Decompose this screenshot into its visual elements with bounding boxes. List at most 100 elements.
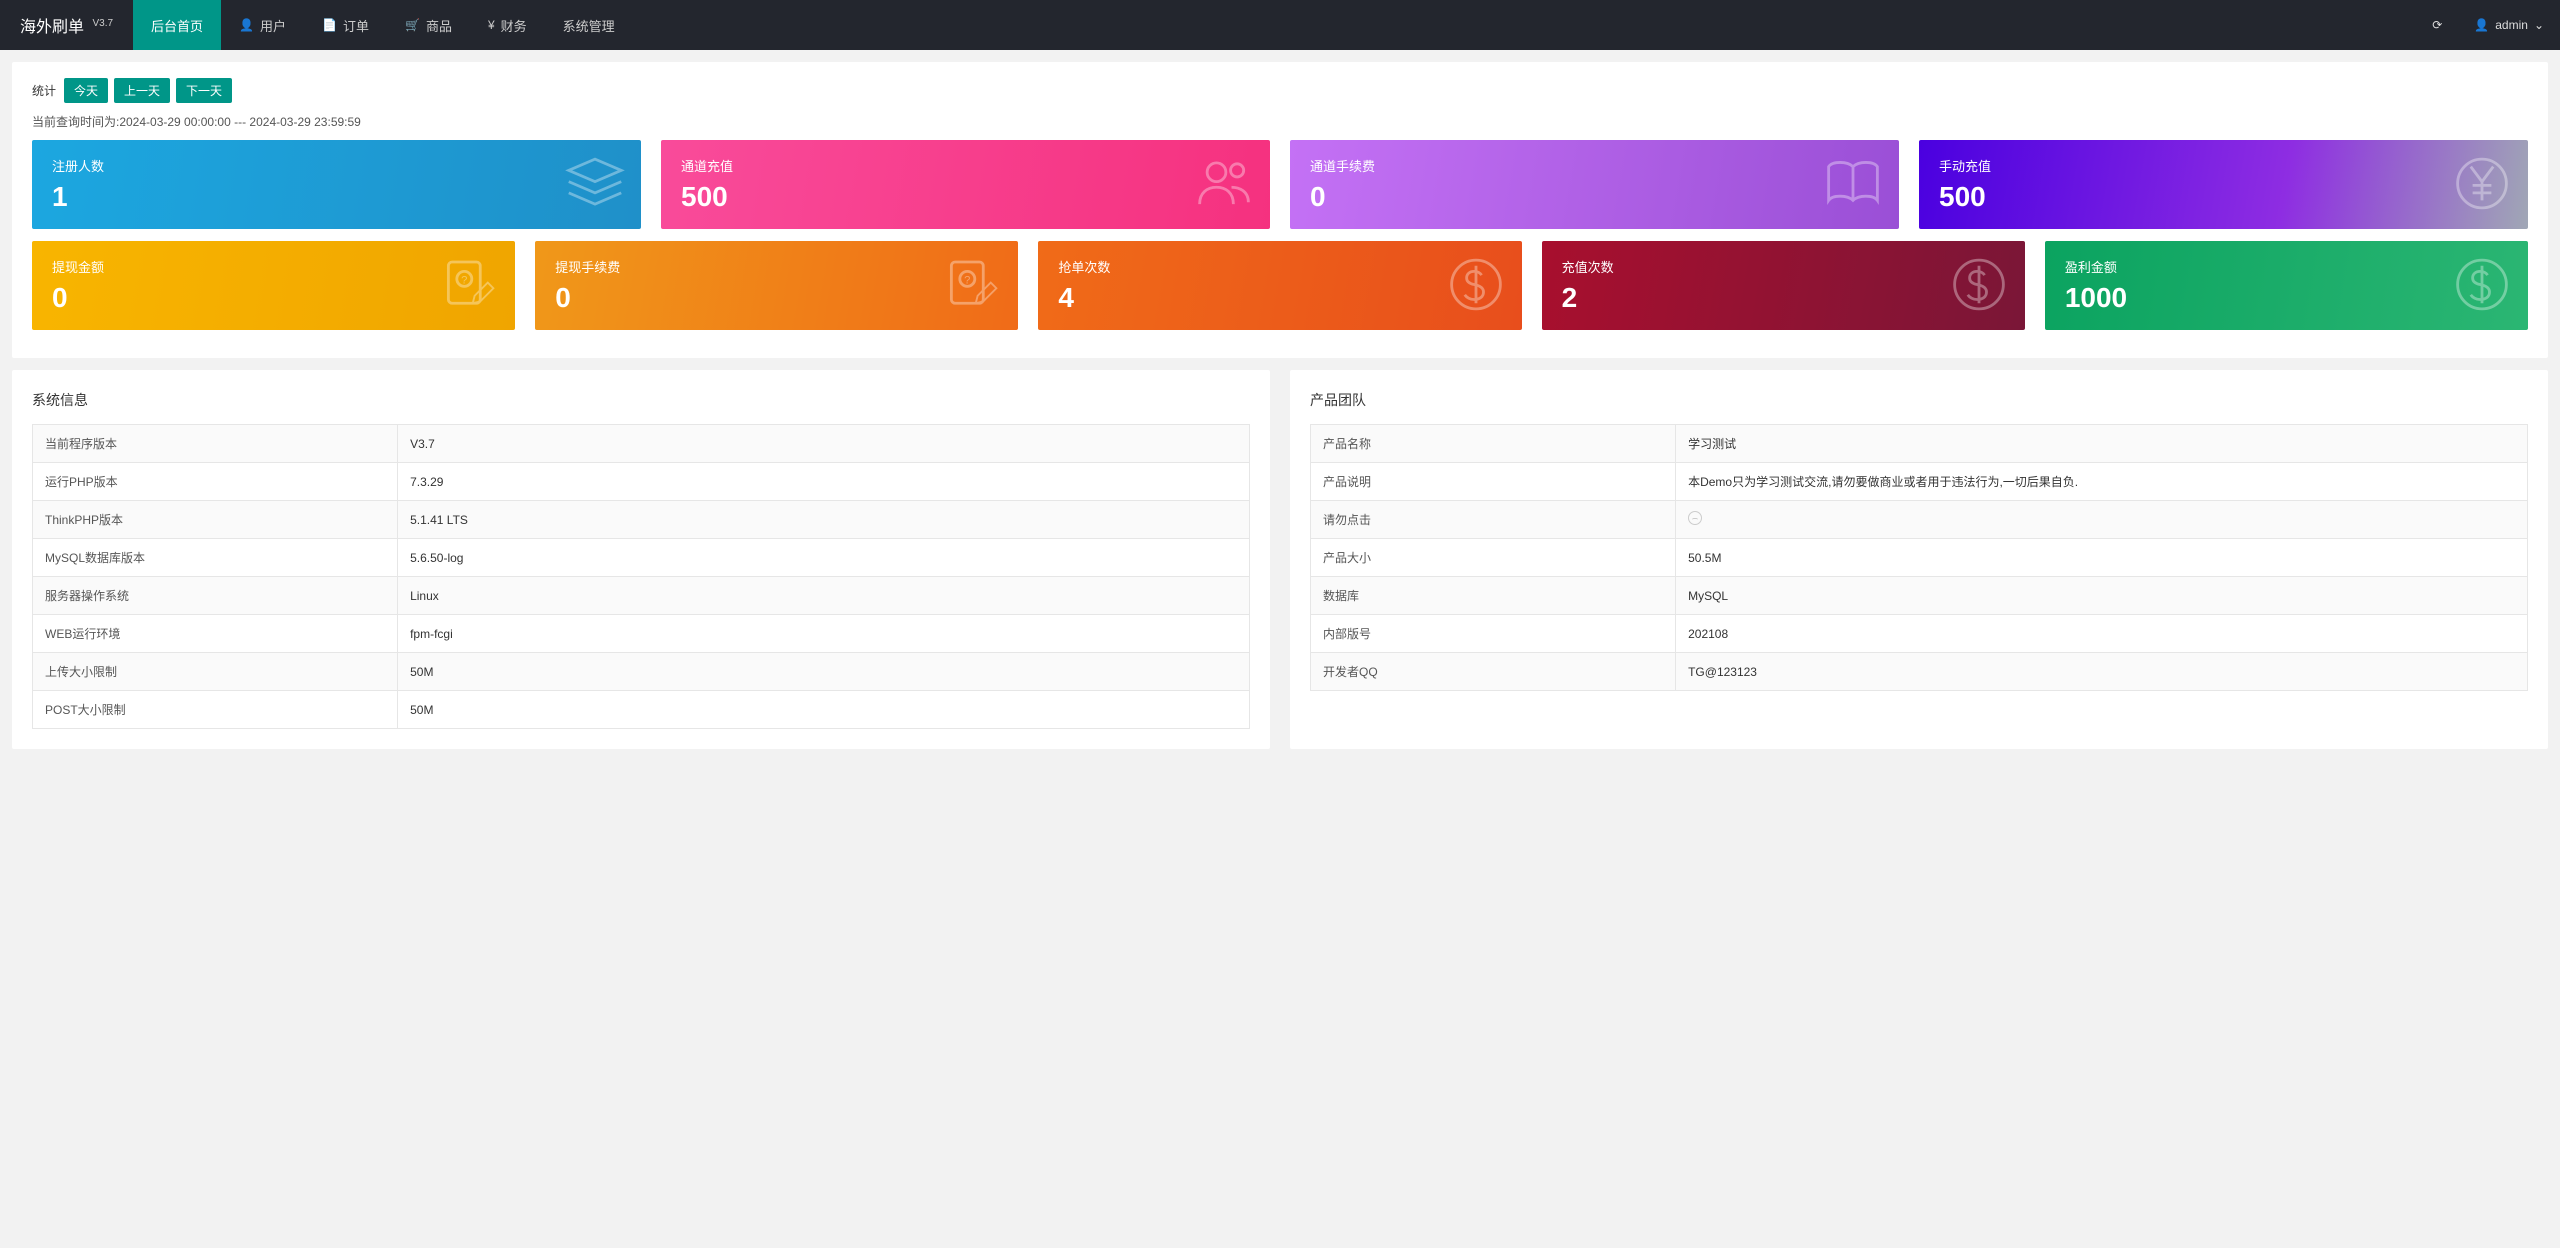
info-value: TG@123123	[1676, 653, 2528, 691]
info-key: 服务器操作系统	[33, 577, 398, 615]
sad-face-icon[interactable]	[1688, 511, 1702, 525]
user-icon: 👤	[239, 18, 254, 32]
info-columns: 系统信息 当前程序版本V3.7运行PHP版本7.3.29ThinkPHP版本5.…	[12, 370, 2548, 749]
card-value: 500	[681, 181, 1250, 213]
refresh-button[interactable]: ⟳	[2416, 0, 2458, 50]
card-channel-recharge: 通道充值 500	[661, 140, 1270, 229]
card-title: 充值次数	[1562, 257, 2005, 276]
nav-finance-label: 财务	[501, 16, 527, 35]
nav-goods[interactable]: 🛒商品	[387, 0, 470, 50]
card-title: 通道手续费	[1310, 156, 1879, 175]
brand-name: 海外刷单	[20, 19, 84, 36]
info-value: fpm-fcgi	[398, 615, 1250, 653]
brand-version: V3.7	[92, 18, 113, 29]
info-key: 产品说明	[1311, 463, 1676, 501]
info-value: 7.3.29	[398, 463, 1250, 501]
info-key: 产品大小	[1311, 539, 1676, 577]
table-row: 当前程序版本V3.7	[33, 425, 1250, 463]
table-row: 产品名称学习测试	[1311, 425, 2528, 463]
system-info-panel: 系统信息 当前程序版本V3.7运行PHP版本7.3.29ThinkPHP版本5.…	[12, 370, 1270, 749]
card-title: 注册人数	[52, 156, 621, 175]
card-row-1: 注册人数 1 通道充值 500 通道手续费 0 手动充值 500	[32, 140, 2528, 229]
card-value: 500	[1939, 181, 2508, 213]
brand: 海外刷单 V3.7	[0, 13, 133, 37]
info-value: V3.7	[398, 425, 1250, 463]
card-withdraw-amount: 提现金额 0 ?	[32, 241, 515, 330]
nav-users[interactable]: 👤 用户	[221, 0, 304, 50]
card-value: 0	[52, 282, 495, 314]
card-manual-recharge: 手动充值 500	[1919, 140, 2528, 229]
info-key: 数据库	[1311, 577, 1676, 615]
table-row: 产品大小50.5M	[1311, 539, 2528, 577]
svg-text:?: ?	[965, 274, 971, 286]
note-edit-icon: ?	[942, 254, 1002, 317]
info-key: 上传大小限制	[33, 653, 398, 691]
info-key: 请勿点击	[1311, 501, 1676, 539]
nav-finance[interactable]: ¥财务	[470, 0, 545, 50]
info-value: MySQL	[1676, 577, 2528, 615]
table-row: 数据库MySQL	[1311, 577, 2528, 615]
card-value: 4	[1058, 282, 1501, 314]
dashboard-panel: 统计 今天 上一天 下一天 当前查询时间为:2024-03-29 00:00:0…	[12, 62, 2548, 358]
info-key: MySQL数据库版本	[33, 539, 398, 577]
card-recharge-count: 充值次数 2	[1542, 241, 2025, 330]
stats-header: 统计 今天 上一天 下一天	[32, 78, 2528, 103]
user-menu[interactable]: 👤 admin ⌄	[2458, 0, 2560, 50]
info-value: 50M	[398, 653, 1250, 691]
card-grab-count: 抢单次数 4	[1038, 241, 1521, 330]
card-value: 0	[1310, 181, 1879, 213]
nav-system[interactable]: 系统管理	[545, 0, 633, 50]
nav-home[interactable]: 后台首页	[133, 0, 221, 50]
nav-orders[interactable]: 📄订单	[304, 0, 387, 50]
table-row: 内部版号202108	[1311, 615, 2528, 653]
table-row: 上传大小限制50M	[33, 653, 1250, 691]
info-value: 50.5M	[1676, 539, 2528, 577]
info-key: WEB运行环境	[33, 615, 398, 653]
table-row: 运行PHP版本7.3.29	[33, 463, 1250, 501]
card-title: 通道充值	[681, 156, 1250, 175]
nav-goods-label: 商品	[426, 16, 452, 35]
next-day-button[interactable]: 下一天	[176, 78, 232, 103]
info-value: 202108	[1676, 615, 2528, 653]
card-title: 抢单次数	[1058, 257, 1501, 276]
book-icon	[1823, 153, 1883, 216]
today-button[interactable]: 今天	[64, 78, 108, 103]
info-value: 学习测试	[1676, 425, 2528, 463]
info-value: 5.6.50-log	[398, 539, 1250, 577]
info-value: 50M	[398, 691, 1250, 729]
team-info-table: 产品名称学习测试产品说明本Demo只为学习测试交流,请勿要做商业或者用于违法行为…	[1310, 424, 2528, 691]
nav-home-label: 后台首页	[151, 16, 203, 35]
table-row: ThinkPHP版本5.1.41 LTS	[33, 501, 1250, 539]
info-value: 本Demo只为学习测试交流,请勿要做商业或者用于违法行为,一切后果自负.	[1676, 463, 2528, 501]
table-row: MySQL数据库版本5.6.50-log	[33, 539, 1250, 577]
content: 统计 今天 上一天 下一天 当前查询时间为:2024-03-29 00:00:0…	[0, 50, 2560, 761]
info-key: 开发者QQ	[1311, 653, 1676, 691]
user-avatar-icon: 👤	[2474, 18, 2489, 32]
user-name: admin	[2495, 18, 2528, 32]
nav-users-label: 用户	[260, 16, 286, 35]
team-info-title: 产品团队	[1310, 390, 2528, 410]
people-icon	[1194, 153, 1254, 216]
dollar-circle-icon	[1949, 254, 2009, 317]
order-icon: 📄	[322, 18, 337, 32]
chevron-down-icon: ⌄	[2534, 18, 2544, 32]
prev-day-button[interactable]: 上一天	[114, 78, 170, 103]
svg-text:?: ?	[461, 274, 467, 286]
info-value: Linux	[398, 577, 1250, 615]
info-key: POST大小限制	[33, 691, 398, 729]
system-info-table: 当前程序版本V3.7运行PHP版本7.3.29ThinkPHP版本5.1.41 …	[32, 424, 1250, 729]
query-time: 当前查询时间为:2024-03-29 00:00:00 --- 2024-03-…	[32, 113, 2528, 130]
card-title: 盈利金额	[2065, 257, 2508, 276]
info-key: ThinkPHP版本	[33, 501, 398, 539]
card-value: 1	[52, 181, 621, 213]
nav-system-label: 系统管理	[563, 16, 615, 35]
top-navbar: 海外刷单 V3.7 后台首页 👤 用户 📄订单 🛒商品 ¥财务 系统管理 ⟳ 👤 …	[0, 0, 2560, 50]
table-row: WEB运行环境fpm-fcgi	[33, 615, 1250, 653]
card-channel-fee: 通道手续费 0	[1290, 140, 1899, 229]
team-info-panel: 产品团队 产品名称学习测试产品说明本Demo只为学习测试交流,请勿要做商业或者用…	[1290, 370, 2548, 749]
info-key: 内部版号	[1311, 615, 1676, 653]
card-value: 1000	[2065, 282, 2508, 314]
nav-right: ⟳ 👤 admin ⌄	[2416, 0, 2560, 50]
info-value	[1676, 501, 2528, 539]
table-row: 开发者QQTG@123123	[1311, 653, 2528, 691]
